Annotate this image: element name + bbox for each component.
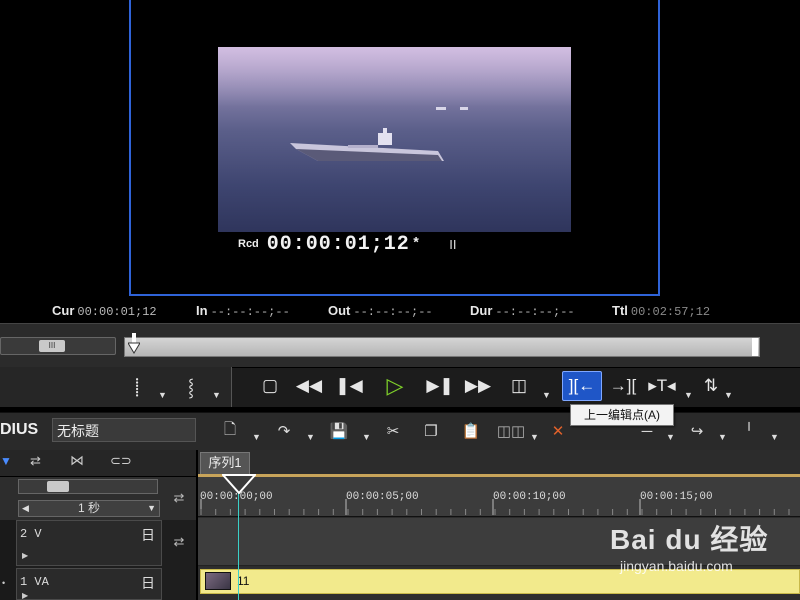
scale-next-icon[interactable]: ▼	[147, 501, 156, 516]
fast-forward-icon[interactable]: ▶▶	[462, 372, 494, 400]
gutter-mark: •	[2, 578, 6, 588]
timecode-info-bar: Cur 00:00:01;12 In --:--:--;-- Out --:--:--…	[0, 300, 800, 322]
sky-haze	[218, 47, 571, 107]
chevron-down-icon[interactable]: ▼	[306, 432, 315, 442]
timecode-in: In --:--:--;--	[196, 303, 290, 319]
rcd-label: Rcd	[238, 238, 259, 250]
app-logo: DIUS	[0, 421, 39, 438]
audio-level-icon[interactable]: ╵	[738, 418, 760, 444]
stop-icon[interactable]: ▢	[258, 372, 282, 400]
jog-knob[interactable]: III	[39, 340, 65, 352]
project-name-field[interactable]: 无标题	[52, 418, 196, 442]
play-icon[interactable]: ▷	[380, 372, 410, 400]
position-marker[interactable]	[128, 333, 140, 355]
chevron-down-icon[interactable]: ▼	[666, 432, 675, 442]
chevron-down-icon[interactable]: ▼	[158, 390, 167, 400]
rcd-marker: *	[411, 236, 422, 252]
group-icon[interactable]: ⊂⊃	[110, 453, 132, 469]
next-edit-point-icon[interactable]: →][	[608, 372, 638, 400]
cut-icon[interactable]: ✂	[382, 418, 404, 444]
chevron-down-icon[interactable]: ▼	[252, 432, 261, 442]
sync-icon[interactable]: ⇅	[700, 372, 722, 400]
open-icon[interactable]: ↷	[272, 418, 296, 444]
ruler-tick-label: 00:00:05;00	[346, 491, 419, 503]
loop-playback-icon[interactable]: ◫	[506, 372, 532, 400]
track-lock-icon[interactable]: 日	[141, 573, 155, 593]
timecode-ttl: Ttl 00:02:57;12	[612, 303, 711, 319]
sync-lock-icon[interactable]: ⇄	[30, 453, 41, 469]
zoom-knob[interactable]	[47, 481, 69, 492]
timeline-scale-select[interactable]: ◀ 1 秒 ▼	[18, 500, 160, 517]
swap-icon[interactable]: ⇄	[168, 534, 190, 554]
timecode-dur: Dur --:--:--;--	[470, 303, 575, 319]
link-icon[interactable]: ⋈	[70, 452, 84, 469]
chevron-down-icon[interactable]: ▼	[684, 390, 693, 400]
redo-icon[interactable]: ↪	[686, 418, 708, 444]
timeline-playhead[interactable]	[222, 474, 256, 494]
track-lock-icon[interactable]: 日	[141, 525, 155, 545]
step-forward-icon[interactable]: ▶❚	[426, 372, 454, 400]
scale-value: 1 秒	[77, 501, 100, 515]
previous-edit-point-icon[interactable]: ][←	[564, 372, 600, 400]
timeline-cursor-line	[238, 477, 239, 600]
tab-sequence-1[interactable]: 序列1	[200, 452, 250, 474]
rcd-timecode: 00:00:01;12	[266, 232, 410, 256]
chevron-down-icon[interactable]: ▼	[530, 432, 539, 442]
position-bar-end	[752, 338, 758, 356]
step-back-icon[interactable]: ❚◀	[335, 372, 362, 400]
copy-icon[interactable]: ❐	[420, 418, 442, 444]
timecode-out: Out --:--:--;--	[328, 303, 433, 319]
distant-ships	[436, 107, 468, 110]
chevron-down-icon[interactable]: ▼	[542, 390, 551, 400]
pause-icon: II	[449, 236, 457, 252]
watermark-url: jingyan.baidu.com	[620, 558, 733, 574]
chevron-down-icon[interactable]: ▼	[718, 432, 727, 442]
position-bar[interactable]	[124, 337, 760, 357]
baidu-watermark: Bai du 经验 jingyan.baidu.com	[610, 518, 800, 588]
ruler-tick-label: 00:00:15;00	[640, 491, 713, 503]
track-name: 1 VA	[20, 575, 49, 589]
expand-triangle-icon[interactable]: ▶	[22, 551, 28, 560]
mark-out-icon[interactable]: ⸾	[180, 372, 202, 400]
chevron-down-icon[interactable]: ▼	[362, 432, 371, 442]
tooltip: 上一编辑点(A)	[570, 404, 674, 426]
track-expand-icon[interactable]: ▼	[0, 454, 12, 468]
clip-thumbnail	[205, 572, 231, 590]
track-header-1va[interactable]: 1 VA 日 ▶	[16, 568, 162, 600]
ruler-tick-label: 00:00:10;00	[493, 491, 566, 503]
timecode-cur: Cur 00:00:01;12	[52, 303, 157, 319]
chevron-down-icon[interactable]: ▼	[770, 432, 779, 442]
mark-in-icon[interactable]: ⸽	[126, 372, 148, 400]
track-header-2v[interactable]: 2 V 日 ▶	[16, 520, 162, 566]
expand-triangle-icon[interactable]: ▶	[22, 591, 28, 600]
chevron-down-icon[interactable]: ▼	[724, 390, 733, 400]
jog-slider[interactable]: III	[0, 337, 116, 355]
paste-icon[interactable]: 📋	[460, 418, 482, 444]
track-tools: ▼ ⇄ ⋈ ⊂⊃	[0, 450, 196, 476]
save-icon[interactable]: 💾	[328, 418, 350, 444]
aircraft-carrier-image	[290, 128, 444, 161]
scale-prev-icon[interactable]: ◀	[22, 501, 29, 516]
rewind-icon[interactable]: ◀◀	[294, 372, 324, 400]
go-to-marker-icon[interactable]: ▸T◂	[646, 372, 678, 400]
video-frame	[218, 47, 571, 232]
chevron-down-icon[interactable]: ▼	[212, 390, 221, 400]
timeline-zoom-slider[interactable]	[18, 479, 158, 494]
delete-icon[interactable]: ✕	[548, 418, 568, 444]
track-name: 2 V	[20, 527, 42, 541]
paste-insert-icon[interactable]: ◫◫	[497, 418, 525, 444]
swap-icon[interactable]: ⇄	[168, 490, 190, 510]
new-sequence-icon[interactable]: 🗋	[220, 418, 240, 444]
watermark-brand: Bai du 经验	[610, 524, 769, 555]
recorder-timecode-overlay: Rcd 00:00:01;12 * II	[238, 232, 538, 256]
